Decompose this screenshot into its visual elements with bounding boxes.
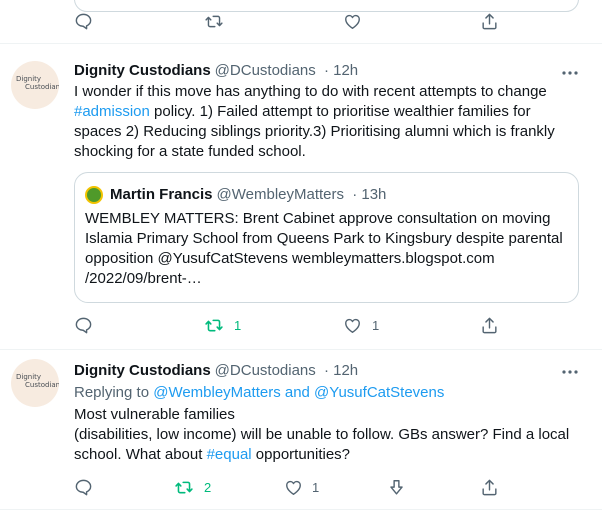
tweet[interactable]: Dignity Custodians Dignity Custodians@DC… [0, 350, 602, 510]
author-name[interactable]: Dignity Custodians [74, 362, 211, 379]
reply-icon[interactable] [74, 12, 93, 31]
previous-tweet-action-bar [0, 0, 602, 44]
avatar-logo-text: Dignity [16, 75, 42, 83]
share-icon[interactable] [480, 478, 499, 497]
hashtag-link[interactable]: #equal [207, 446, 252, 463]
tweet-text-part: I wonder if this move has anything to do… [74, 83, 547, 100]
retweet-icon[interactable] [204, 12, 224, 31]
retweet-icon[interactable] [204, 316, 224, 335]
share-icon[interactable] [480, 12, 499, 31]
quote-text: WEMBLEY MATTERS: Brent Cabinet approve c… [85, 210, 563, 287]
quoted-tweet-card[interactable]: Martin Francis @WembleyMatters · 13h WEMB… [74, 172, 579, 303]
quote-header: Martin Francis @WembleyMatters · 13h [110, 185, 386, 205]
heart-icon[interactable] [284, 478, 303, 497]
timestamp[interactable]: · 12h [324, 362, 358, 379]
author-name[interactable]: Dignity Custodians [74, 62, 211, 79]
author-handle[interactable]: @DCustodians [215, 62, 316, 79]
quote-author-name: Martin Francis [110, 186, 213, 203]
share-icon[interactable] [480, 316, 499, 335]
retweet-count: 1 [234, 318, 242, 333]
downvote-icon[interactable] [387, 478, 406, 497]
replying-to-mentions[interactable]: @WembleyMatters and @YusufCatStevens [153, 384, 444, 401]
author-handle[interactable]: @DCustodians [215, 362, 316, 379]
retweet-icon[interactable] [174, 478, 194, 497]
quote-author-handle: @WembleyMatters [216, 186, 345, 203]
tweet-text: Most vulnerable families (disabilities, … [74, 405, 574, 465]
avatar[interactable]: Dignity Custodians [11, 359, 59, 407]
hashtag-link[interactable]: #admission [74, 103, 150, 120]
heart-icon[interactable] [343, 12, 362, 31]
tweet-header: Dignity Custodians @DCustodians · 12h [74, 61, 358, 81]
more-icon[interactable] [560, 63, 580, 83]
avatar-logo-text: Custodians [25, 83, 59, 91]
retweet-count: 2 [204, 480, 212, 495]
quote-timestamp: · 13h [352, 186, 387, 203]
tweet-text-line: Most vulnerable families [74, 406, 235, 423]
tweet-header: Dignity Custodians @DCustodians · 12h [74, 361, 358, 381]
more-icon[interactable] [560, 362, 580, 382]
previous-quote-card-edge [74, 0, 579, 12]
tweet[interactable]: Dignity Custodians Dignity Custodians@DC… [0, 44, 602, 350]
reply-icon[interactable] [74, 316, 93, 335]
timestamp[interactable]: · 12h [324, 62, 358, 79]
avatar-logo-text: Dignity [16, 373, 42, 381]
quote-avatar [85, 186, 103, 204]
like-count: 1 [372, 318, 380, 333]
tweet-text: I wonder if this move has anything to do… [74, 82, 574, 162]
like-count: 1 [312, 480, 320, 495]
heart-icon[interactable] [343, 316, 362, 335]
replying-to: Replying to @WembleyMatters and @YusufCa… [74, 383, 444, 403]
avatar[interactable]: Dignity Custodians [11, 61, 59, 109]
reply-icon[interactable] [74, 478, 93, 497]
tweet-text-line: (disabilities, low income) will be unabl… [74, 425, 574, 465]
tweet-text-part: opportunities? [251, 446, 351, 463]
avatar-logo-text: Custodians [25, 381, 59, 389]
replying-to-label: Replying to [74, 384, 154, 401]
